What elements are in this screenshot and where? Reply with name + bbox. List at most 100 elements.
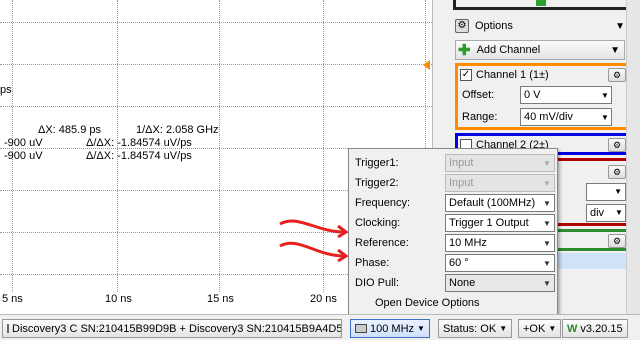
dio-pull-row: DIO Pull: None ▼ bbox=[355, 273, 555, 293]
reference-row: Reference: 10 MHz ▼ bbox=[355, 233, 555, 253]
dio-pull-label: DIO Pull: bbox=[355, 277, 400, 289]
arrow-reference bbox=[279, 219, 345, 234]
chevron-down-icon: ▼ bbox=[615, 208, 623, 217]
unit-fragment: ps bbox=[0, 84, 12, 96]
range-select[interactable]: 40 mV/div ▼ bbox=[520, 108, 612, 126]
offset-label: Offset: bbox=[462, 89, 495, 101]
channel3-select[interactable]: ▼ bbox=[586, 183, 626, 201]
grid-line bbox=[0, 64, 432, 65]
annotation-arrows bbox=[279, 219, 349, 263]
dio-pull-value: None bbox=[449, 277, 476, 289]
status-button[interactable]: Status: OK ▼ bbox=[438, 319, 513, 338]
trigger1-value: Input bbox=[449, 157, 474, 169]
frequency-label: Frequency: bbox=[355, 197, 411, 209]
x-tick-label: 20 ns bbox=[310, 293, 337, 305]
frequency-select[interactable]: Default (100MHz) ▼ bbox=[445, 194, 555, 212]
options-icon: ⚙ bbox=[455, 19, 469, 33]
phase-label: Phase: bbox=[355, 257, 390, 269]
trigger2-select[interactable]: Input ▼ bbox=[445, 174, 555, 192]
channel1-checkbox[interactable]: ✓ bbox=[460, 69, 472, 81]
chevron-down-icon: ▼ bbox=[601, 112, 609, 122]
measure-row1-left: -900 uV bbox=[4, 137, 43, 149]
chevron-down-icon: ▼ bbox=[543, 198, 551, 208]
ok-button[interactable]: +OK ▼ bbox=[518, 319, 562, 338]
channel3-select[interactable]: div ▼ bbox=[586, 204, 626, 222]
panel-scrollbar[interactable] bbox=[626, 0, 640, 314]
dio-pull-select[interactable]: None ▼ bbox=[445, 274, 555, 292]
version-label: v3.20.15 bbox=[580, 322, 623, 335]
clocking-label: Clocking: bbox=[355, 217, 401, 229]
waveforms-logo-icon: W bbox=[567, 322, 578, 335]
trigger-level-marker[interactable] bbox=[423, 60, 430, 70]
channel4-settings-icon[interactable]: ⚙ bbox=[608, 234, 626, 248]
clocking-row: Clocking: Trigger 1 Output ▼ bbox=[355, 213, 555, 233]
trigger1-row: Trigger1: Input ▼ bbox=[355, 153, 555, 173]
device-selector[interactable]: Discovery3 C SN:210415B99D9B + Discovery… bbox=[2, 319, 342, 338]
options-menu[interactable]: ⚙ Options ▼ bbox=[455, 16, 625, 36]
range-label: Range: bbox=[462, 111, 498, 123]
device-label: Discovery3 C SN:210415B99D9B + Discovery… bbox=[12, 322, 342, 335]
reference-label: Reference: bbox=[355, 237, 409, 249]
x-tick-label: 15 ns bbox=[207, 293, 234, 305]
offset-select[interactable]: 0 V ▼ bbox=[520, 86, 612, 104]
phase-select[interactable]: 60 ° ▼ bbox=[445, 254, 555, 272]
chevron-down-icon: ▼ bbox=[543, 158, 551, 168]
channel1-settings-icon[interactable]: ⚙ bbox=[608, 68, 626, 82]
top-instrument-box bbox=[453, 0, 633, 10]
chevron-down-icon: ▼ bbox=[543, 238, 551, 248]
grid-line bbox=[0, 106, 432, 107]
grid-line bbox=[0, 22, 432, 23]
channel2-settings-icon[interactable]: ⚙ bbox=[608, 138, 626, 152]
clock-label: 100 MHz bbox=[370, 322, 415, 335]
trigger2-label: Trigger2: bbox=[355, 177, 399, 189]
chevron-down-icon: ▼ bbox=[417, 324, 425, 333]
chevron-down-icon: ▼ bbox=[615, 20, 625, 32]
measure-row2-right: Δ/ΔX: -1.84574 uV/ps bbox=[86, 150, 192, 162]
measure-row1-right: Δ/ΔX: -1.84574 uV/ps bbox=[86, 137, 192, 149]
channel1-header: ✓ Channel 1 (1±) ⚙ bbox=[458, 66, 628, 84]
arrow-phase bbox=[279, 241, 345, 258]
ok-label: +OK bbox=[523, 322, 546, 335]
chevron-down-icon: ▼ bbox=[499, 324, 508, 333]
trigger2-value: Input bbox=[449, 177, 474, 189]
channel1-offset-row: Offset: 0 V ▼ bbox=[458, 84, 628, 106]
chevron-down-icon: ▼ bbox=[543, 218, 551, 228]
chevron-down-icon: ▼ bbox=[543, 278, 551, 288]
reference-value: 10 MHz bbox=[449, 237, 487, 249]
clock-button[interactable]: 100 MHz ▼ bbox=[350, 319, 430, 338]
x-tick-label: 10 ns bbox=[105, 293, 132, 305]
grid-line bbox=[219, 0, 220, 292]
add-channel-label: Add Channel bbox=[476, 44, 541, 56]
chevron-down-icon: ▼ bbox=[543, 178, 551, 188]
device-icon bbox=[7, 324, 9, 333]
measure-dx: ΔX: 485.9 ps bbox=[38, 124, 101, 136]
chevron-down-icon: ▼ bbox=[543, 258, 551, 268]
clocking-value: Trigger 1 Output bbox=[449, 217, 529, 229]
trigger1-label: Trigger1: bbox=[355, 157, 399, 169]
channel3-settings-icon[interactable]: ⚙ bbox=[608, 165, 626, 179]
clocking-select[interactable]: Trigger 1 Output ▼ bbox=[445, 214, 555, 232]
range-value: 40 mV/div bbox=[524, 111, 573, 123]
channel1-title: Channel 1 (1±) bbox=[476, 69, 549, 81]
device-options-popup: Trigger1: Input ▼ Trigger2: Input ▼ Freque… bbox=[348, 148, 558, 316]
trigger1-select[interactable]: Input ▼ bbox=[445, 154, 555, 172]
chevron-down-icon: ▼ bbox=[548, 324, 557, 333]
options-label: Options bbox=[475, 20, 513, 32]
green-indicator bbox=[536, 0, 546, 6]
reference-select[interactable]: 10 MHz ▼ bbox=[445, 234, 555, 252]
channel1-box: ✓ Channel 1 (1±) ⚙ Offset: 0 V ▼ Range: 4… bbox=[455, 63, 631, 130]
version-button[interactable]: W v3.20.15 bbox=[562, 319, 628, 338]
x-tick-label: 5 ns bbox=[2, 293, 23, 305]
chip-icon bbox=[355, 324, 367, 333]
status-label: Status: OK bbox=[443, 322, 497, 335]
add-channel-button[interactable]: ✚ Add Channel ▼ bbox=[455, 40, 625, 60]
trigger2-row: Trigger2: Input ▼ bbox=[355, 173, 555, 193]
phase-value: 60 ° bbox=[449, 257, 469, 269]
phase-row: Phase: 60 ° ▼ bbox=[355, 253, 555, 273]
frequency-row: Frequency: Default (100MHz) ▼ bbox=[355, 193, 555, 213]
open-device-options-link[interactable]: Open Device Options bbox=[375, 297, 480, 309]
measure-inv-dx: 1/ΔX: 2.058 GHz bbox=[136, 124, 219, 136]
offset-value: 0 V bbox=[524, 89, 541, 101]
status-bar: Discovery3 C SN:210415B99D9B + Discovery… bbox=[0, 314, 640, 340]
channel3-value: div bbox=[590, 207, 605, 219]
